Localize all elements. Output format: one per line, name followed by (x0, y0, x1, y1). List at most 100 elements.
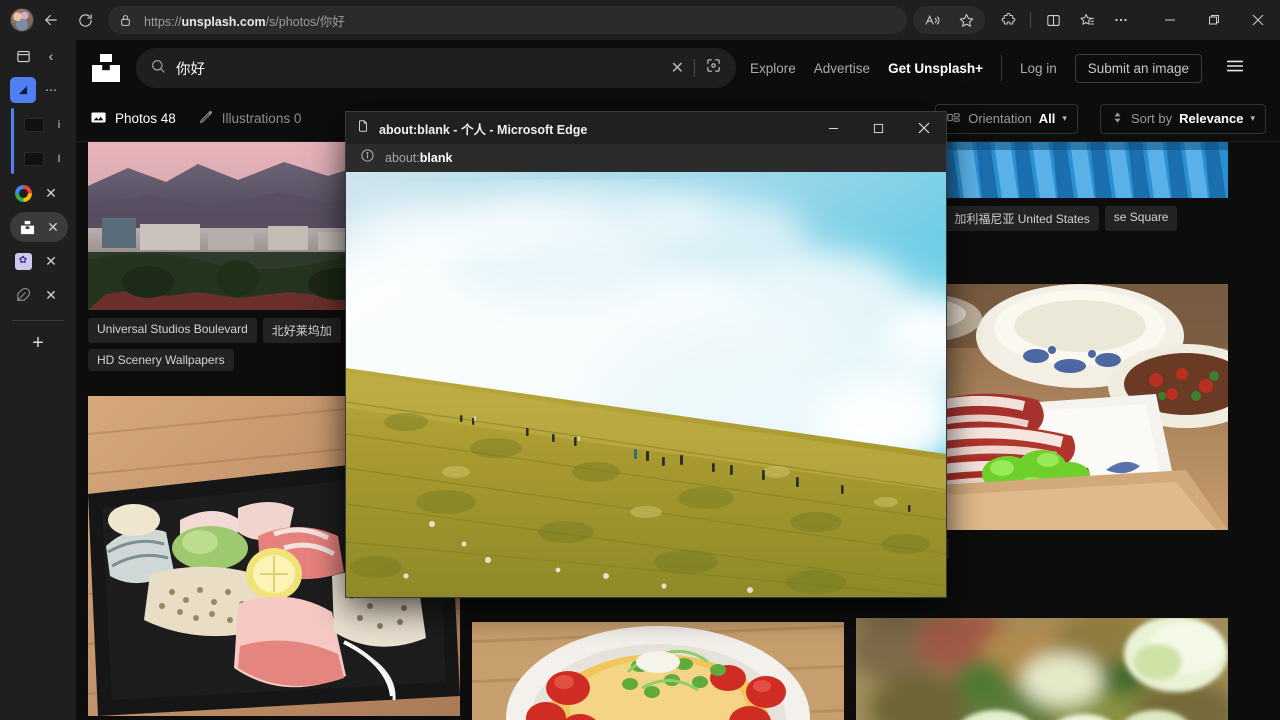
close-tab-icon[interactable]: ✕ (42, 219, 64, 236)
sidebar-item-google[interactable]: ✕ (0, 176, 76, 210)
address-bar[interactable]: https://unsplash.com/s/photos/你好 (108, 6, 907, 34)
nav-get-unsplash-plus[interactable]: Get Unsplash+ (888, 61, 983, 76)
photo-green-macro[interactable] (856, 618, 1228, 720)
restore-icon[interactable] (1192, 0, 1236, 40)
sidebar-tab-group: i I (0, 108, 76, 176)
sidebar-item-label: I (48, 153, 70, 165)
close-tab-icon[interactable]: ✕ (40, 185, 62, 202)
popup-title-text: about:blank - 个人 - Microsoft Edge (379, 119, 811, 138)
sidebar-item-purple-app[interactable]: ✿ ✕ (0, 244, 76, 278)
sidebar-item-copilot[interactable]: ⋯ (0, 72, 76, 108)
active-tab-pill[interactable]: ✕ (10, 212, 68, 242)
window-controls (1148, 0, 1280, 40)
document-icon (356, 118, 370, 139)
sort-filter[interactable]: Sort by Relevance ▾ (1100, 104, 1266, 134)
google-favicon (10, 180, 36, 206)
vertical-tab-sidebar: ‹ ⋯ i I ✕ ✕ ✿ ✕ (0, 40, 76, 720)
active-group-rail (11, 108, 14, 174)
more-ellipsis-icon[interactable] (1106, 5, 1136, 35)
photo-tomato-dish[interactable] (472, 622, 844, 720)
tag[interactable]: se Square (1105, 206, 1178, 231)
chevron-down-icon[interactable]: ▾ (1250, 113, 1255, 124)
popup-minimize-button[interactable] (811, 112, 856, 144)
popup-address-bar[interactable]: about:blank (346, 144, 946, 172)
sort-icon (1111, 110, 1124, 128)
illustrations-icon (198, 109, 214, 128)
hillside-photo (346, 172, 946, 597)
sidebar-divider (12, 320, 64, 321)
tag[interactable]: HD Scenery Wallpapers (88, 349, 234, 371)
minimize-icon[interactable] (1148, 0, 1192, 40)
nav-explore[interactable]: Explore (750, 61, 796, 76)
popup-close-button[interactable] (901, 112, 946, 144)
collapse-chevron-icon[interactable]: ‹ (40, 48, 62, 64)
chrome-actions (913, 0, 1280, 40)
close-tab-icon[interactable]: ✕ (40, 253, 62, 270)
chrome-divider (1030, 12, 1031, 28)
collections-icon[interactable] (1072, 5, 1102, 35)
orientation-filter[interactable]: Orientation All ▾ (935, 104, 1078, 134)
search-bar[interactable]: ✕ (136, 48, 736, 88)
chevron-down-icon[interactable]: ▾ (1062, 113, 1067, 124)
add-tab-button[interactable]: + (0, 329, 76, 357)
avatar[interactable] (10, 8, 34, 32)
sidebar-item-unsplash[interactable]: ✕ (0, 210, 76, 244)
orientation-value: All (1039, 111, 1056, 126)
split-screen-icon[interactable] (1038, 5, 1068, 35)
search-icon (150, 58, 166, 79)
address-bar-wrapper[interactable]: https://unsplash.com/s/photos/你好 (108, 6, 907, 34)
back-arrow-icon[interactable] (36, 5, 66, 35)
nav-divider (1001, 55, 1002, 81)
unsplash-favicon (14, 214, 40, 240)
popup-edge-window[interactable]: about:blank - 个人 - Microsoft Edge about:… (346, 112, 946, 597)
tab-illustrations-label: Illustrations 0 (222, 111, 302, 126)
copilot-icon[interactable] (10, 77, 36, 103)
popup-maximize-button[interactable] (856, 112, 901, 144)
photo-card-tomato-dish[interactable] (472, 622, 844, 720)
photo-card-green-macro[interactable] (856, 618, 1228, 720)
extensions-puzzle-icon[interactable] (993, 5, 1023, 35)
dark-page-icon (24, 152, 44, 166)
address-text: https://unsplash.com/s/photos/你好 (144, 11, 345, 30)
orientation-icon (946, 110, 961, 128)
tag[interactable]: Universal Studios Boulevard (88, 318, 257, 343)
hamburger-menu-icon[interactable] (1220, 55, 1250, 82)
star-favorite-icon[interactable] (951, 5, 981, 35)
visual-search-icon[interactable] (705, 57, 722, 79)
sidebar-item-feather[interactable]: ✕ (0, 278, 76, 312)
tab-photos[interactable]: Photos 48 (90, 109, 176, 129)
unsplash-logo[interactable] (90, 52, 122, 84)
close-tab-icon[interactable]: ✕ (40, 287, 62, 304)
popup-content (346, 172, 946, 597)
lock-icon (114, 9, 136, 31)
read-aloud-icon[interactable] (917, 5, 947, 35)
popup-title-bar[interactable]: about:blank - 个人 - Microsoft Edge (346, 112, 946, 144)
tab-illustrations[interactable]: Illustrations 0 (198, 109, 302, 128)
clear-search-icon[interactable]: ✕ (671, 58, 684, 78)
search-input[interactable] (176, 60, 661, 76)
login-link[interactable]: Log in (1020, 61, 1057, 76)
nav-advertise[interactable]: Advertise (814, 61, 870, 76)
info-icon[interactable] (360, 148, 375, 168)
browser-essentials-icon[interactable] (10, 43, 36, 69)
tag[interactable]: 加利福尼亚 United States (945, 206, 1098, 231)
header-nav: Explore Advertise Get Unsplash+ Log in S… (750, 54, 1250, 83)
sidebar-top-row: ‹ (0, 40, 76, 72)
chrome-pill-group (913, 6, 985, 34)
tab-photos-label: Photos 48 (115, 111, 176, 126)
dark-page-icon (24, 118, 44, 132)
orientation-label: Orientation (968, 111, 1032, 126)
feather-favicon (10, 282, 36, 308)
tag[interactable]: 北好莱坞加 (263, 318, 341, 343)
submit-an-image-button[interactable]: Submit an image (1075, 54, 1202, 83)
photos-icon (90, 109, 107, 129)
reload-icon[interactable] (70, 5, 100, 35)
sort-value: Relevance (1179, 111, 1243, 126)
sidebar-more-icon[interactable]: ⋯ (40, 83, 62, 97)
purple-app-favicon: ✿ (10, 248, 36, 274)
close-icon[interactable] (1236, 0, 1280, 40)
sidebar-item-label: i (48, 119, 70, 131)
browser-chrome: https://unsplash.com/s/photos/你好 (0, 0, 1280, 40)
popup-address-text: about:blank (385, 151, 452, 165)
sort-label: Sort by (1131, 111, 1172, 126)
